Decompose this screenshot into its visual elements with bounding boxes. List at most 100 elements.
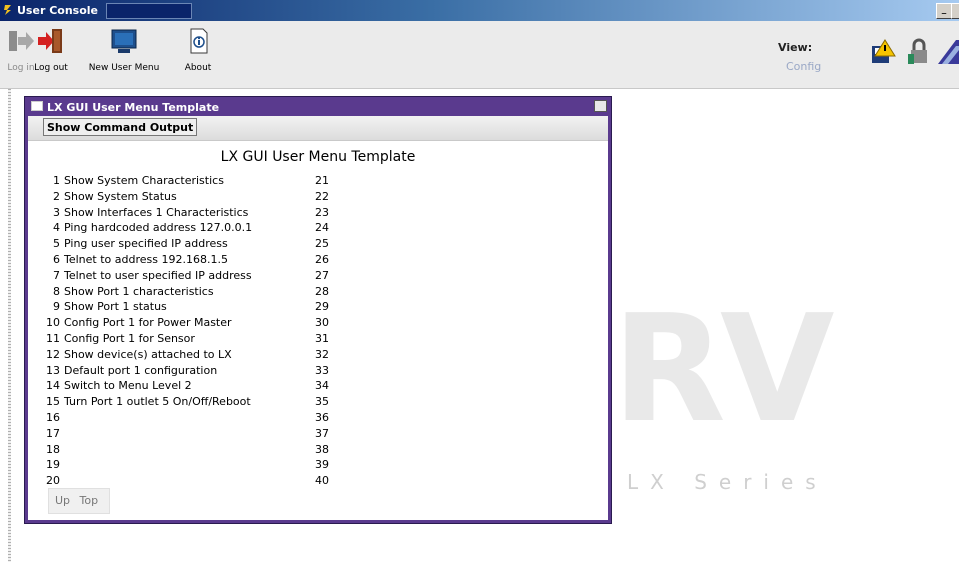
menu-item[interactable]: 27 (307, 268, 333, 284)
menu-item[interactable]: 20 (38, 473, 252, 489)
brand-logo-icon (938, 40, 959, 64)
menu-item[interactable]: 29 (307, 299, 333, 315)
menu-item[interactable]: 12 Show device(s) attached to LX (38, 347, 252, 363)
menu-item[interactable]: 8 Show Port 1 characteristics (38, 284, 252, 300)
menu-item-number: 13 (46, 363, 60, 377)
menu-item[interactable]: 28 (307, 284, 333, 300)
show-command-output-button[interactable]: Show Command Output (43, 118, 198, 136)
menu-item[interactable]: 3 Show Interfaces 1 Characteristics (38, 205, 252, 221)
menu-left-column: 1 Show System Characteristics 2 Show System… (38, 173, 252, 489)
user-menu-window: LX GUI User Menu Template Show Command O… (24, 96, 612, 524)
maximize-button[interactable] (951, 3, 959, 19)
view-label: View: (778, 41, 813, 54)
menu-item-number: 36 (315, 410, 329, 424)
menu-item[interactable]: 14 Switch to Menu Level 2 (38, 378, 252, 394)
toolbar: Log in Log out New User Menu About View:… (0, 21, 959, 89)
menu-item[interactable]: 9 Show Port 1 status (38, 299, 252, 315)
menu-item-number: 11 (46, 331, 60, 345)
lock-icon[interactable] (906, 38, 934, 66)
logout-door-icon (38, 29, 62, 53)
menu-item[interactable]: 1 Show System Characteristics (38, 173, 252, 189)
menu-item[interactable]: 24 (307, 220, 333, 236)
app-title-bar: User Console _ (0, 0, 959, 21)
up-button[interactable]: Up (55, 494, 70, 507)
menu-item[interactable]: 7 Telnet to user specified IP address (38, 268, 252, 284)
menu-item-label: Show Port 1 characteristics (64, 284, 214, 298)
minimize-button[interactable]: _ (936, 3, 952, 19)
menu-item-number: 20 (46, 474, 60, 488)
menu-item[interactable]: 30 (307, 315, 333, 331)
about-button[interactable]: About (176, 27, 220, 73)
menu-item[interactable]: 22 (307, 189, 333, 205)
menu-heading: LX GUI User Menu Template (220, 149, 416, 165)
window-title: User Console (17, 4, 98, 17)
menu-item[interactable]: 39 (307, 457, 333, 473)
menu-item[interactable]: 4 Ping hardcoded address 127.0.0.1 (38, 220, 252, 236)
desktop-splitter[interactable] (8, 89, 11, 562)
menu-item[interactable]: 31 (307, 331, 333, 347)
menu-item-number: 14 (46, 379, 60, 393)
menu-item[interactable]: 11 Config Port 1 for Sensor (38, 331, 252, 347)
menu-item-label: Show Interfaces 1 Characteristics (64, 205, 249, 219)
menu-item-label: Config Port 1 for Sensor (64, 331, 195, 345)
menu-item-number: 18 (46, 442, 60, 456)
menu-item[interactable]: 2 Show System Status (38, 189, 252, 205)
menu-item[interactable]: 36 (307, 410, 333, 426)
menu-item-label: Show System Status (64, 189, 177, 203)
top-button[interactable]: Top (80, 494, 99, 507)
menu-item-label: Show Port 1 status (64, 300, 167, 314)
menu-item-number: 5 (53, 237, 60, 251)
restore-button[interactable] (594, 100, 607, 112)
menu-item-number: 38 (315, 442, 329, 456)
menu-item[interactable]: 10 Config Port 1 for Power Master (38, 315, 252, 331)
menu-item[interactable]: 15 Turn Port 1 outlet 5 On/Off/Reboot (38, 394, 252, 410)
menu-item-number: 35 (315, 395, 329, 409)
menu-item[interactable]: 33 (307, 363, 333, 379)
view-mode-value[interactable]: Config (786, 60, 821, 73)
new-user-menu-button[interactable]: New User Menu (76, 27, 172, 73)
menu-item-number: 27 (315, 268, 329, 282)
menu-item[interactable]: 37 (307, 426, 333, 442)
menu-item[interactable]: 6 Telnet to address 192.168.1.5 (38, 252, 252, 268)
menu-item-number: 7 (53, 268, 60, 282)
menu-item-label: Telnet to user specified IP address (64, 268, 252, 282)
menu-item[interactable]: 13 Default port 1 configuration (38, 363, 252, 379)
menu-item-number: 33 (315, 363, 329, 377)
menu-item[interactable]: 35 (307, 394, 333, 410)
watermark-logo: RV (612, 283, 835, 455)
title-bar-field (106, 3, 192, 19)
window-icon (31, 101, 43, 111)
menu-right-column: 21 22 23 24 25 26 27 28 29 30 31 32 33 34 35 36 37 38 39 40 (307, 173, 333, 489)
menu-item[interactable]: 38 (307, 442, 333, 458)
menu-item-number: 29 (315, 300, 329, 314)
menu-item-number: 17 (46, 426, 60, 440)
menu-item-number: 32 (315, 347, 329, 361)
menu-item[interactable]: 19 (38, 457, 252, 473)
user-menu-window-title: LX GUI User Menu Template (47, 101, 220, 114)
menu-item-number: 37 (315, 426, 329, 440)
command-bar: Show Command Output (28, 116, 608, 141)
menu-item-number: 10 (46, 316, 60, 330)
menu-item-number: 24 (315, 221, 329, 235)
save-warning-icon[interactable] (869, 38, 897, 66)
menu-item[interactable]: 5 Ping user specified IP address (38, 236, 252, 252)
menu-item-number: 30 (315, 316, 329, 330)
menu-item[interactable]: 26 (307, 252, 333, 268)
menu-item[interactable]: 40 (307, 473, 333, 489)
logout-button[interactable]: Log out (31, 27, 71, 73)
menu-item-number: 6 (53, 252, 60, 266)
menu-item[interactable]: 18 (38, 442, 252, 458)
menu-item[interactable]: 23 (307, 205, 333, 221)
menu-item[interactable]: 32 (307, 347, 333, 363)
menu-item[interactable]: 25 (307, 236, 333, 252)
menu-item[interactable]: 17 (38, 426, 252, 442)
menu-item[interactable]: 34 (307, 378, 333, 394)
menu-item[interactable]: 21 (307, 173, 333, 189)
menu-item-number: 28 (315, 284, 329, 298)
menu-item-number: 1 (53, 174, 60, 187)
menu-item-label: Config Port 1 for Power Master (64, 316, 232, 330)
menu-item-label: Telnet to address 192.168.1.5 (64, 252, 228, 266)
menu-item[interactable]: 16 (38, 410, 252, 426)
user-menu-body: Show Command Output LX GUI User Menu Tem… (28, 116, 608, 520)
menu-item-number: 23 (315, 205, 329, 219)
